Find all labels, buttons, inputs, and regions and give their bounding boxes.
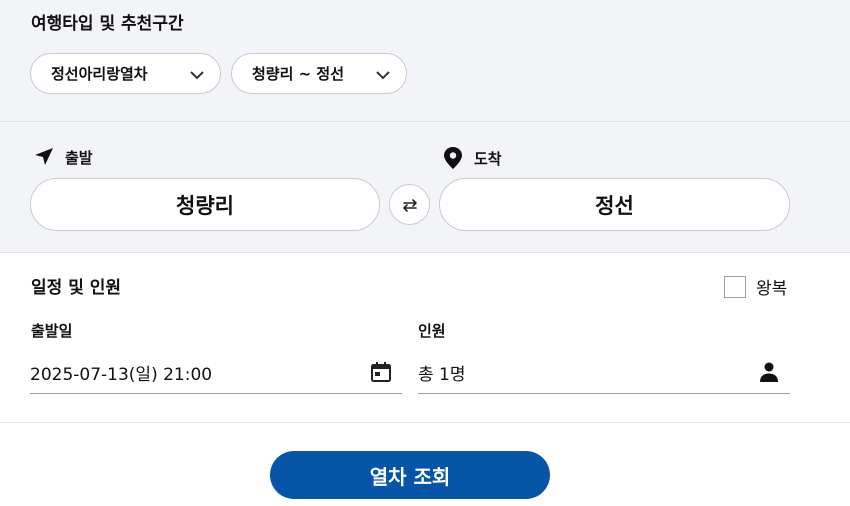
departure-date-field[interactable]: 2025-07-13(일) 21:00 bbox=[30, 351, 402, 394]
departure-date-value: 2025-07-13(일) 21:00 bbox=[30, 364, 213, 385]
arrival-station-button[interactable]: 정선 bbox=[439, 178, 790, 231]
person-icon bbox=[760, 362, 778, 382]
search-trains-button[interactable]: 열차 조회 bbox=[270, 451, 550, 499]
round-trip-label: 왕복 bbox=[756, 279, 788, 299]
route-section: 출발 도착 청량리 정선 bbox=[0, 122, 850, 253]
schedule-title: 일정 및 인원 bbox=[31, 278, 122, 298]
swap-stations-button[interactable] bbox=[389, 184, 430, 225]
passengers-value: 총 1명 bbox=[418, 364, 466, 385]
passengers-label: 인원 bbox=[418, 322, 446, 340]
recommended-route-select[interactable]: 청량리 ~ 정선 bbox=[231, 53, 407, 94]
navigation-arrow-icon bbox=[35, 148, 53, 165]
arrival-station-name: 정선 bbox=[595, 193, 634, 218]
chevron-down-icon bbox=[190, 71, 204, 80]
swap-arrows-icon bbox=[402, 198, 417, 212]
travel-type-select[interactable]: 정선아리랑열차 bbox=[30, 53, 221, 94]
checkbox-box[interactable] bbox=[724, 275, 746, 298]
travel-type-title: 여행타입 및 추천구간 bbox=[31, 14, 184, 34]
arrival-label: 도착 bbox=[442, 146, 502, 170]
departure-station-name: 청량리 bbox=[176, 193, 234, 218]
departure-date-label: 출발일 bbox=[31, 322, 73, 340]
departure-label: 출발 bbox=[33, 146, 93, 168]
chevron-down-icon bbox=[376, 71, 390, 80]
departure-station-button[interactable]: 청량리 bbox=[30, 178, 380, 231]
schedule-section: 일정 및 인원 왕복 출발일 인원 2025-07-13(일) 21:00 총 … bbox=[0, 253, 850, 423]
location-pin-icon bbox=[444, 147, 462, 169]
travel-type-select-value: 정선아리랑열차 bbox=[51, 65, 148, 83]
round-trip-checkbox[interactable]: 왕복 bbox=[724, 274, 787, 299]
travel-type-section: 여행타입 및 추천구간 정선아리랑열차 청량리 ~ 정선 bbox=[0, 0, 850, 122]
calendar-icon bbox=[371, 362, 391, 382]
recommended-route-select-value: 청량리 ~ 정선 bbox=[252, 65, 345, 83]
passengers-field[interactable]: 총 1명 bbox=[418, 351, 790, 394]
